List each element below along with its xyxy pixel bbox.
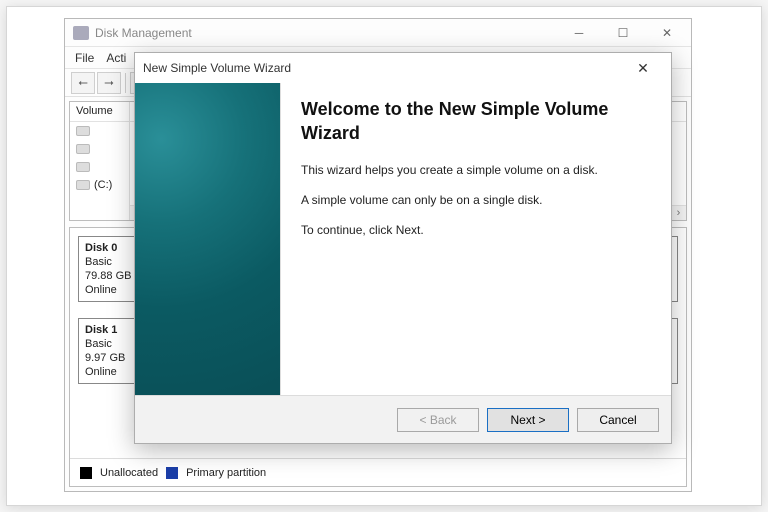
drive-icon xyxy=(76,144,90,154)
wizard-close-button[interactable]: ✕ xyxy=(623,55,663,81)
menu-action[interactable]: Acti xyxy=(106,51,126,65)
volume-row[interactable] xyxy=(70,140,129,158)
swatch-primary-icon xyxy=(166,467,178,479)
wizard-text: A simple volume can only be on a single … xyxy=(301,193,651,207)
dm-titlebar: Disk Management ─ ☐ ✕ xyxy=(65,19,691,47)
menu-file[interactable]: File xyxy=(75,51,94,65)
wizard-footer: < Back Next > Cancel xyxy=(135,395,671,443)
swatch-unallocated-icon xyxy=(80,467,92,479)
disk-status: Online xyxy=(85,284,117,296)
nav-forward-button[interactable]: ⭢ xyxy=(97,72,121,94)
back-button: < Back xyxy=(397,408,479,432)
minimize-button[interactable]: ─ xyxy=(557,19,601,47)
maximize-button[interactable]: ☐ xyxy=(601,19,645,47)
disk-type: Basic xyxy=(85,256,112,268)
legend-primary: Primary partition xyxy=(186,467,266,479)
volume-row[interactable] xyxy=(70,158,129,176)
legend-unallocated: Unallocated xyxy=(100,467,158,479)
scroll-right-icon[interactable]: › xyxy=(671,207,686,219)
disk-status: Online xyxy=(85,366,117,378)
next-button[interactable]: Next > xyxy=(487,408,569,432)
wizard-title: New Simple Volume Wizard xyxy=(143,61,623,75)
toolbar-separator xyxy=(125,73,126,93)
dm-title: Disk Management xyxy=(95,26,557,40)
close-button[interactable]: ✕ xyxy=(645,19,689,47)
disk-size: 9.97 GB xyxy=(85,352,125,364)
wizard-titlebar: New Simple Volume Wizard ✕ xyxy=(135,53,671,83)
drive-icon xyxy=(76,180,90,190)
cancel-button[interactable]: Cancel xyxy=(577,408,659,432)
legend: Unallocated Primary partition xyxy=(70,458,686,486)
new-volume-wizard: New Simple Volume Wizard ✕ Welcome to th… xyxy=(134,52,672,444)
disk-name: Disk 0 xyxy=(85,242,117,254)
disk-type: Basic xyxy=(85,338,112,350)
wizard-heading: Welcome to the New Simple Volume Wizard xyxy=(301,97,621,145)
wizard-content: Welcome to the New Simple Volume Wizard … xyxy=(281,83,671,395)
wizard-text: To continue, click Next. xyxy=(301,223,651,237)
volume-row[interactable] xyxy=(70,122,129,140)
disk-size: 79.88 GB xyxy=(85,270,131,282)
col-volume[interactable]: Volume xyxy=(70,102,129,122)
wizard-banner-graphic xyxy=(135,83,281,395)
drive-icon xyxy=(76,162,90,172)
nav-back-button[interactable]: ⭠ xyxy=(71,72,95,94)
volume-row[interactable]: (C:) xyxy=(70,176,129,194)
disk-mgmt-icon xyxy=(73,26,89,40)
wizard-text: This wizard helps you create a simple vo… xyxy=(301,163,651,177)
drive-icon xyxy=(76,126,90,136)
disk-name: Disk 1 xyxy=(85,324,117,336)
